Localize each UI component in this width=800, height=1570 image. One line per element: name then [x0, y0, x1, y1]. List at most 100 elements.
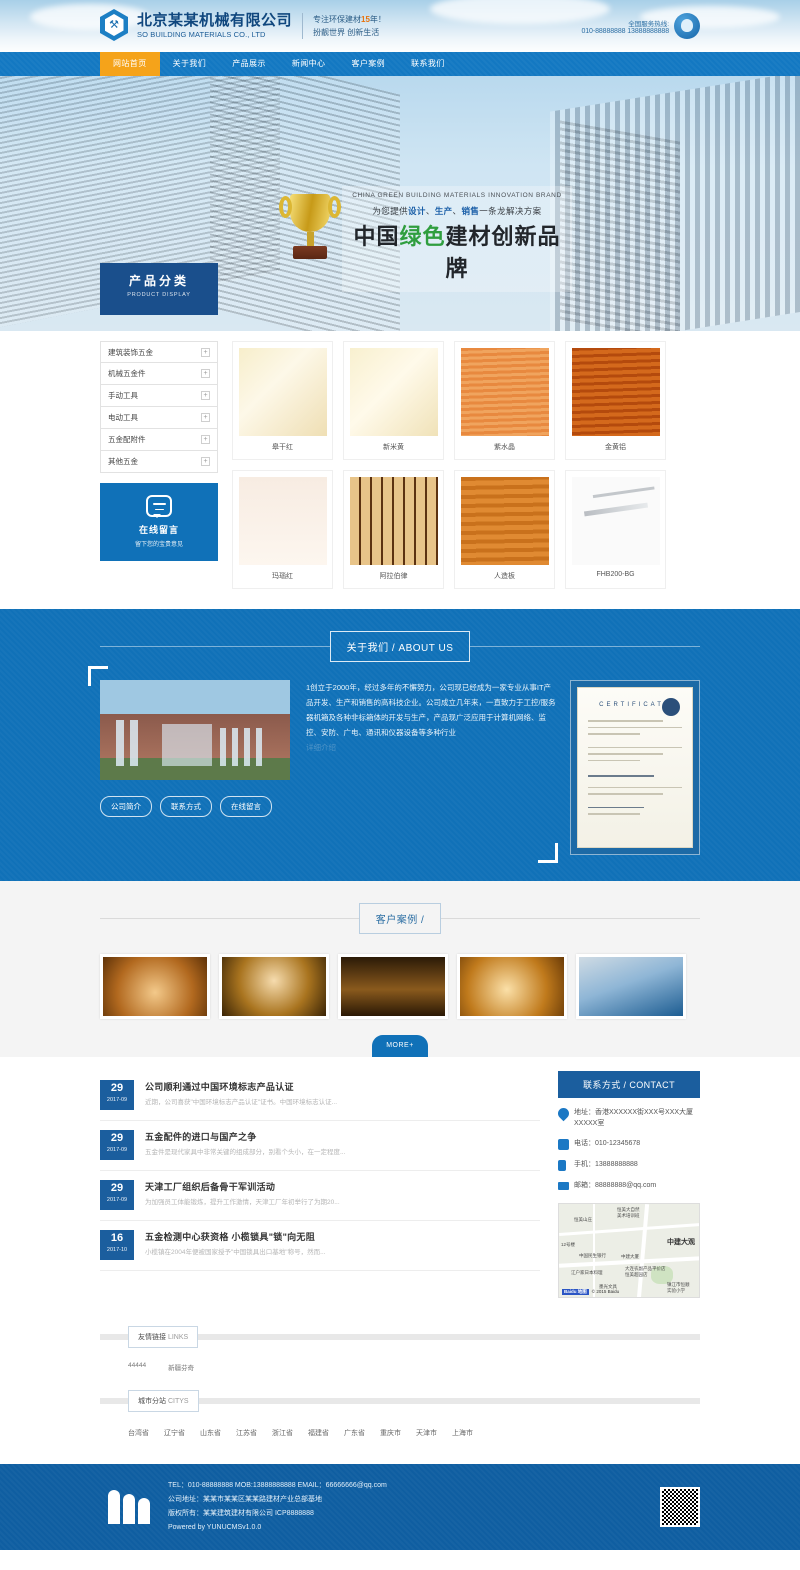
contact-text: 电话：010-12345678: [574, 1140, 641, 1148]
case-thumbnail[interactable]: [219, 954, 329, 1019]
city-link-item[interactable]: 天津市: [416, 1428, 437, 1438]
footer-line-copyright: 版权所有：某某建筑建材有限公司 ICP8888888: [168, 1509, 314, 1517]
product-card[interactable]: 玛瑙红: [232, 470, 333, 589]
hotline-block: 全国服务热线: 010-88888888 13888888888: [581, 13, 700, 39]
expand-plus-icon[interactable]: +: [201, 435, 210, 444]
links-label: 友情链接 LINKS: [128, 1325, 199, 1348]
nav-item-2[interactable]: 关于我们: [160, 52, 220, 76]
banner-subtitle: 为您提供设计、生产、销售一条龙解决方案: [350, 205, 564, 217]
certificate-frame: CERTIFICATE: [570, 680, 700, 855]
product-thumbnail: [239, 477, 327, 565]
expand-plus-icon[interactable]: +: [201, 369, 210, 378]
cases-rule-left: [100, 918, 359, 919]
product-card[interactable]: 紫水晶: [454, 341, 555, 460]
banner-sub-c: 、: [425, 206, 435, 216]
site-header: ⚒ 北京某某机械有限公司 SO BUILDING MATERIALS CO., …: [0, 0, 800, 52]
product-name: 金黄铝: [605, 444, 626, 451]
news-title[interactable]: 五金配件的进口与国产之争: [145, 1130, 345, 1143]
product-name: 新米黄: [383, 444, 404, 451]
news-text: 公司顺利通过中国环境标志产品认证 近期，公司喜获"中国环境标志产品认证"证书。中国…: [134, 1080, 337, 1107]
category-label: 电动工具: [108, 413, 138, 422]
product-card[interactable]: 皋干红: [232, 341, 333, 460]
online-message-box[interactable]: 在线留言 留下您的宝贵意见: [100, 483, 218, 561]
friendly-link-item[interactable]: 44444: [128, 1362, 146, 1372]
news-and-contact-section: 29 2017-09 公司顺利通过中国环境标志产品认证 近期，公司喜获"中国环境标志产…: [100, 1057, 700, 1298]
city-link-item[interactable]: 福建省: [308, 1428, 329, 1438]
about-action-button[interactable]: 联系方式: [160, 796, 212, 817]
city-link-item[interactable]: 上海市: [452, 1428, 473, 1438]
product-category-item[interactable]: 机械五金件 +: [100, 363, 218, 385]
email-icon: [558, 1182, 569, 1191]
expand-plus-icon[interactable]: +: [201, 391, 210, 400]
customer-cases-section: 客户案例 / MORE+: [0, 881, 800, 1057]
contact-text: 邮箱：88888888@qq.com: [574, 1182, 657, 1190]
case-thumbnail[interactable]: [338, 954, 448, 1019]
product-section: 产品分类 PRODUCT DISPLAY 建筑装饰五金 + 机械五金件 + 手动工具 + 电…: [100, 263, 700, 609]
news-title[interactable]: 公司顺利通过中国环境标志产品认证: [145, 1080, 337, 1093]
expand-plus-icon[interactable]: +: [201, 347, 210, 357]
about-section-title: 关于我们 / ABOUT US: [100, 631, 700, 662]
city-link-item[interactable]: 浙江省: [272, 1428, 293, 1438]
product-category-item[interactable]: 电动工具 +: [100, 407, 218, 429]
brand-block: 北京某某机械有限公司 SO BUILDING MATERIALS CO., LT…: [137, 12, 292, 39]
friendly-link-item[interactable]: 新疆芬奇: [168, 1362, 194, 1372]
city-link-item[interactable]: 山东省: [200, 1428, 221, 1438]
product-card[interactable]: 人造板: [454, 470, 555, 589]
case-thumbnail[interactable]: [576, 954, 686, 1019]
news-item[interactable]: 29 2017-09 公司顺利通过中国环境标志产品认证 近期，公司喜获"中国环境标志产…: [100, 1071, 540, 1121]
news-title[interactable]: 天津工厂组织后备骨干军训活动: [145, 1180, 340, 1193]
citys-label-en: CITYS: [167, 1397, 189, 1405]
product-card[interactable]: FHB200-BG: [565, 470, 666, 589]
product-card[interactable]: 金黄铝: [565, 341, 666, 460]
slogan-line1-pre: 专注环保建材: [313, 14, 362, 24]
city-link-item[interactable]: 江苏省: [236, 1428, 257, 1438]
company-building-photo: [100, 680, 290, 780]
friendly-links-section: 友情链接 LINKS 44444 新疆芬奇 城市分站 CITYS 台湾省 辽宁省 山东…: [100, 1325, 700, 1438]
product-card[interactable]: 新米黄: [343, 341, 444, 460]
nav-item-4[interactable]: 新闻中心: [279, 52, 339, 76]
product-name: FHB200-BG: [596, 571, 635, 578]
news-item[interactable]: 29 2017-09 天津工厂组织后备骨干军训活动 为加强员工体能锻炼，提升工作激情，…: [100, 1171, 540, 1221]
product-category-title-cn: 产品分类: [128, 274, 189, 288]
cases-section-title: 客户案例 /: [100, 903, 700, 934]
product-category-item[interactable]: 其他五金 +: [100, 451, 218, 473]
news-item[interactable]: 16 2017-10 五金检测中心获资格 小榄锁具"锁"向无阻 小榄镇在2004年便被…: [100, 1221, 540, 1271]
product-category-item[interactable]: 手动工具 +: [100, 385, 218, 407]
city-link-item[interactable]: 重庆市: [380, 1428, 401, 1438]
product-card[interactable]: 阿拉伯律: [343, 470, 444, 589]
news-day: 29: [110, 1082, 124, 1094]
news-text: 五金检测中心获资格 小榄锁具"锁"向无阻小榄镇在2004年便被国家授予"中国锁具…: [134, 1230, 326, 1257]
about-paragraph-block: 1创立于2000年，经过多年的不懈努力，公司现已经成为一家专业从事IT产品开发、…: [290, 680, 570, 855]
contact-text: 手机：13888888888: [574, 1161, 638, 1169]
about-action-button[interactable]: 在线留言: [220, 796, 272, 817]
chat-bubble-icon: [146, 495, 172, 518]
slogan-line2: 扮靓世界 创新生活: [313, 28, 380, 37]
news-item[interactable]: 29 2017-09 五金配件的进口与国产之争 五金件是现代家具中非常关键的组成部分，…: [100, 1121, 540, 1171]
city-link-item[interactable]: 台湾省: [128, 1428, 149, 1438]
news-title[interactable]: 五金检测中心获资格 小榄锁具"锁"向无阻: [145, 1230, 326, 1243]
links-header: 友情链接 LINKS: [100, 1325, 700, 1348]
about-action-button[interactable]: 公司简介: [100, 796, 152, 817]
expand-plus-icon[interactable]: +: [201, 457, 210, 466]
nav-item-5[interactable]: 客户案例: [338, 52, 398, 76]
category-label: 手动工具: [108, 391, 138, 400]
slogan-line1-post: 年！: [369, 14, 386, 24]
news-description: 小榄镇在2004年便被国家授予"中国锁具出口基地"称号，然而...: [145, 1249, 326, 1256]
product-thumbnail: [461, 348, 549, 436]
nav-item-1[interactable]: 网站首页: [100, 52, 160, 76]
product-category-item[interactable]: 五金配附件 +: [100, 429, 218, 451]
baidu-map[interactable]: 恒美大自然 美术培训班 恒美山庄 12号楼 中国民生银行 中建大厦 大连农副产品平…: [558, 1202, 700, 1298]
expand-plus-icon[interactable]: +: [201, 413, 210, 422]
nav-item-6[interactable]: 联系我们: [398, 52, 458, 76]
cases-more-button[interactable]: MORE+: [372, 1035, 428, 1057]
certificate-image: CERTIFICATE: [577, 687, 693, 848]
city-link-item[interactable]: 辽宁省: [164, 1428, 185, 1438]
nav-item-3[interactable]: 产品展示: [219, 52, 279, 76]
company-logo-icon[interactable]: ⚒: [100, 9, 130, 43]
product-category-item[interactable]: 建筑装饰五金 +: [100, 341, 218, 363]
product-category-header: 产品分类 PRODUCT DISPLAY: [100, 263, 218, 315]
case-thumbnail[interactable]: [100, 954, 210, 1019]
slogan-years: 15: [361, 14, 370, 24]
city-link-item[interactable]: 广东省: [344, 1428, 365, 1438]
case-thumbnail[interactable]: [457, 954, 567, 1019]
